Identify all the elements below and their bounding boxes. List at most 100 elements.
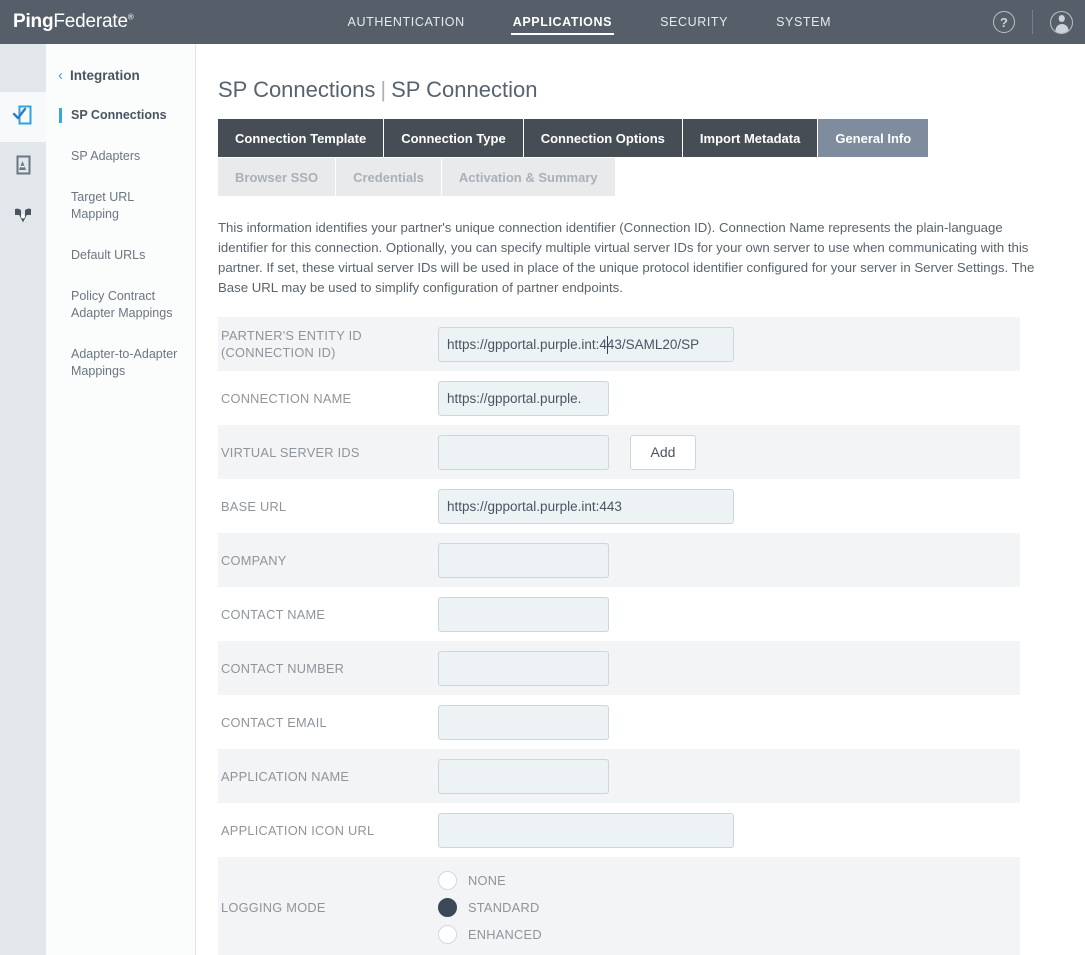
tab-connection-type[interactable]: Connection Type — [384, 119, 524, 157]
field-label-base-url: BASE URL — [221, 498, 287, 514]
wizard-tabs-row-2: Browser SSO Credentials Activation & Sum… — [218, 158, 1085, 196]
sp-connections-icon — [11, 103, 35, 132]
field-control-application-icon-url — [438, 812, 734, 848]
radio-label: STANDARD — [468, 899, 540, 915]
sidebar-item-label: Adapter-to-Adapter Mappings — [71, 347, 178, 378]
tab-connection-template[interactable]: Connection Template — [218, 119, 385, 157]
main-content: SP Connections | SP Connection Connection … — [197, 44, 1085, 955]
radio-icon-selected — [438, 897, 457, 917]
sidebar-item-sp-adapters[interactable]: SP Adapters — [46, 148, 195, 165]
company-input[interactable] — [438, 542, 609, 578]
sidebar-item-label: SP Connections — [71, 108, 167, 122]
radio-label: ENHANCED — [468, 926, 542, 942]
field-label-company: COMPANY — [221, 552, 287, 568]
tab-general-info[interactable]: General Info — [818, 119, 930, 157]
text-caret — [607, 335, 608, 354]
nav-system[interactable]: SYSTEM — [752, 0, 855, 44]
secondary-sidebar: ‹ Integration SP Connections SP Adapters… — [46, 44, 196, 955]
primary-nav: AUTHENTICATION APPLICATIONS SECURITY SYS… — [324, 0, 856, 44]
sidebar-item-target-url-mapping[interactable]: Target URL Mapping — [46, 189, 195, 223]
sidebar-item-label: Default URLs — [71, 248, 146, 262]
field-row-virtual-server-ids: VIRTUAL SERVER IDS Add — [218, 425, 1020, 479]
field-control-contact-number — [438, 650, 609, 686]
field-label-contact-name: CONTACT NAME — [221, 606, 326, 622]
logging-mode-radio-group: NONE STANDARD ENHANCED — [438, 870, 542, 944]
field-control-company — [438, 542, 609, 578]
wizard-tabs-row-1: Connection Template Connection Type Conn… — [218, 119, 1085, 157]
field-label-entity-id-line1: PARTNER'S ENTITY ID — [221, 328, 362, 343]
field-row-contact-number: CONTACT NUMBER — [218, 641, 1020, 695]
general-info-form: PARTNER'S ENTITY ID (CONNECTION ID) CONN… — [197, 317, 1085, 955]
field-row-contact-name: CONTACT NAME — [218, 587, 1020, 641]
nav-applications[interactable]: APPLICATIONS — [489, 0, 636, 44]
nav-authentication[interactable]: AUTHENTICATION — [324, 0, 489, 44]
tab-credentials: Credentials — [336, 158, 442, 196]
radio-label: NONE — [468, 872, 506, 888]
field-label-connection-name: CONNECTION NAME — [221, 390, 352, 406]
base-url-input[interactable] — [438, 488, 734, 524]
field-row-application-icon-url: APPLICATION ICON URL — [218, 803, 1020, 857]
tab-import-metadata[interactable]: Import Metadata — [682, 119, 819, 157]
sidebar-item-label: SP Adapters — [71, 149, 141, 163]
field-label-contact-email: CONTACT EMAIL — [221, 714, 327, 730]
sidebar-item-adapter-to-adapter-mappings[interactable]: Adapter-to-Adapter Mappings — [46, 346, 195, 380]
page-title-parent: SP Connections — [218, 77, 376, 102]
help-icon[interactable]: ? — [993, 11, 1015, 33]
field-row-logging-mode: LOGGING MODE NONE STANDARD ENHANCED — [218, 857, 1020, 955]
entity-id-input[interactable] — [438, 326, 734, 362]
logging-mode-option-none[interactable]: NONE — [438, 870, 542, 890]
sidebar-item-sp-connections[interactable]: SP Connections — [46, 107, 195, 124]
brand-bold: Ping — [13, 11, 54, 32]
field-control-base-url — [438, 488, 734, 524]
field-row-contact-email: CONTACT EMAIL — [218, 695, 1020, 749]
field-label-virtual-server-ids: VIRTUAL SERVER IDS — [221, 444, 360, 460]
header-divider — [1032, 10, 1033, 34]
application-icon-url-input[interactable] — [438, 812, 734, 848]
tab-connection-options[interactable]: Connection Options — [523, 119, 683, 157]
field-label-logging-mode: LOGGING MODE — [221, 899, 326, 915]
rail-spacer — [0, 44, 46, 92]
rail-item-sp-connections[interactable] — [0, 92, 46, 142]
virtual-server-ids-input[interactable] — [438, 434, 609, 470]
field-row-company: COMPANY — [218, 533, 1020, 587]
brand-light: Federate — [53, 11, 128, 32]
app-logo[interactable]: PingFederate® — [13, 11, 134, 33]
brand-registered-mark: ® — [127, 12, 134, 22]
contact-email-input[interactable] — [438, 704, 609, 740]
page-title-separator: | — [380, 77, 387, 102]
connection-name-input[interactable] — [438, 380, 609, 416]
back-link-label: Integration — [70, 68, 140, 83]
contact-number-input[interactable] — [438, 650, 609, 686]
application-name-input[interactable] — [438, 758, 609, 794]
icon-rail — [0, 44, 46, 955]
field-label-application-name: APPLICATION NAME — [221, 768, 350, 784]
logging-mode-option-enhanced[interactable]: ENHANCED — [438, 924, 542, 944]
sidebar-item-label: Target URL Mapping — [71, 190, 134, 221]
nav-security[interactable]: SECURITY — [636, 0, 752, 44]
field-label-application-icon-url: APPLICATION ICON URL — [221, 822, 375, 838]
field-control-contact-name — [438, 596, 609, 632]
sidebar-item-default-urls[interactable]: Default URLs — [46, 247, 195, 264]
rail-item-sp-adapters[interactable] — [0, 142, 46, 192]
field-row-base-url: BASE URL — [218, 479, 1020, 533]
sidebar-item-policy-contract-adapter-mappings[interactable]: Policy Contract Adapter Mappings — [46, 288, 195, 322]
contact-name-input[interactable] — [438, 596, 609, 632]
add-virtual-server-id-button[interactable]: Add — [630, 434, 696, 470]
field-control-contact-email — [438, 704, 609, 740]
sidebar-item-label: Policy Contract Adapter Mappings — [71, 289, 173, 320]
tab-activation-summary: Activation & Summary — [441, 158, 616, 196]
field-control-entity-id — [438, 326, 734, 362]
field-label-entity-id-line2: (CONNECTION ID) — [221, 345, 336, 360]
chevron-left-icon: ‹ — [58, 67, 63, 84]
logging-mode-option-standard[interactable]: STANDARD — [438, 897, 542, 917]
field-label-contact-number: CONTACT NUMBER — [221, 660, 345, 676]
page-description: This information identifies your partner… — [218, 220, 1035, 295]
breadcrumb-back-integration[interactable]: ‹ Integration — [46, 44, 195, 83]
field-row-application-name: APPLICATION NAME — [218, 749, 1020, 803]
top-header-bar: PingFederate® AUTHENTICATION APPLICATION… — [0, 0, 1085, 44]
radio-icon — [438, 870, 457, 890]
rail-item-policies[interactable] — [0, 192, 46, 242]
header-actions: ? — [993, 0, 1073, 44]
page-title-current: SP Connection — [391, 77, 538, 102]
user-avatar-icon[interactable] — [1050, 10, 1073, 34]
